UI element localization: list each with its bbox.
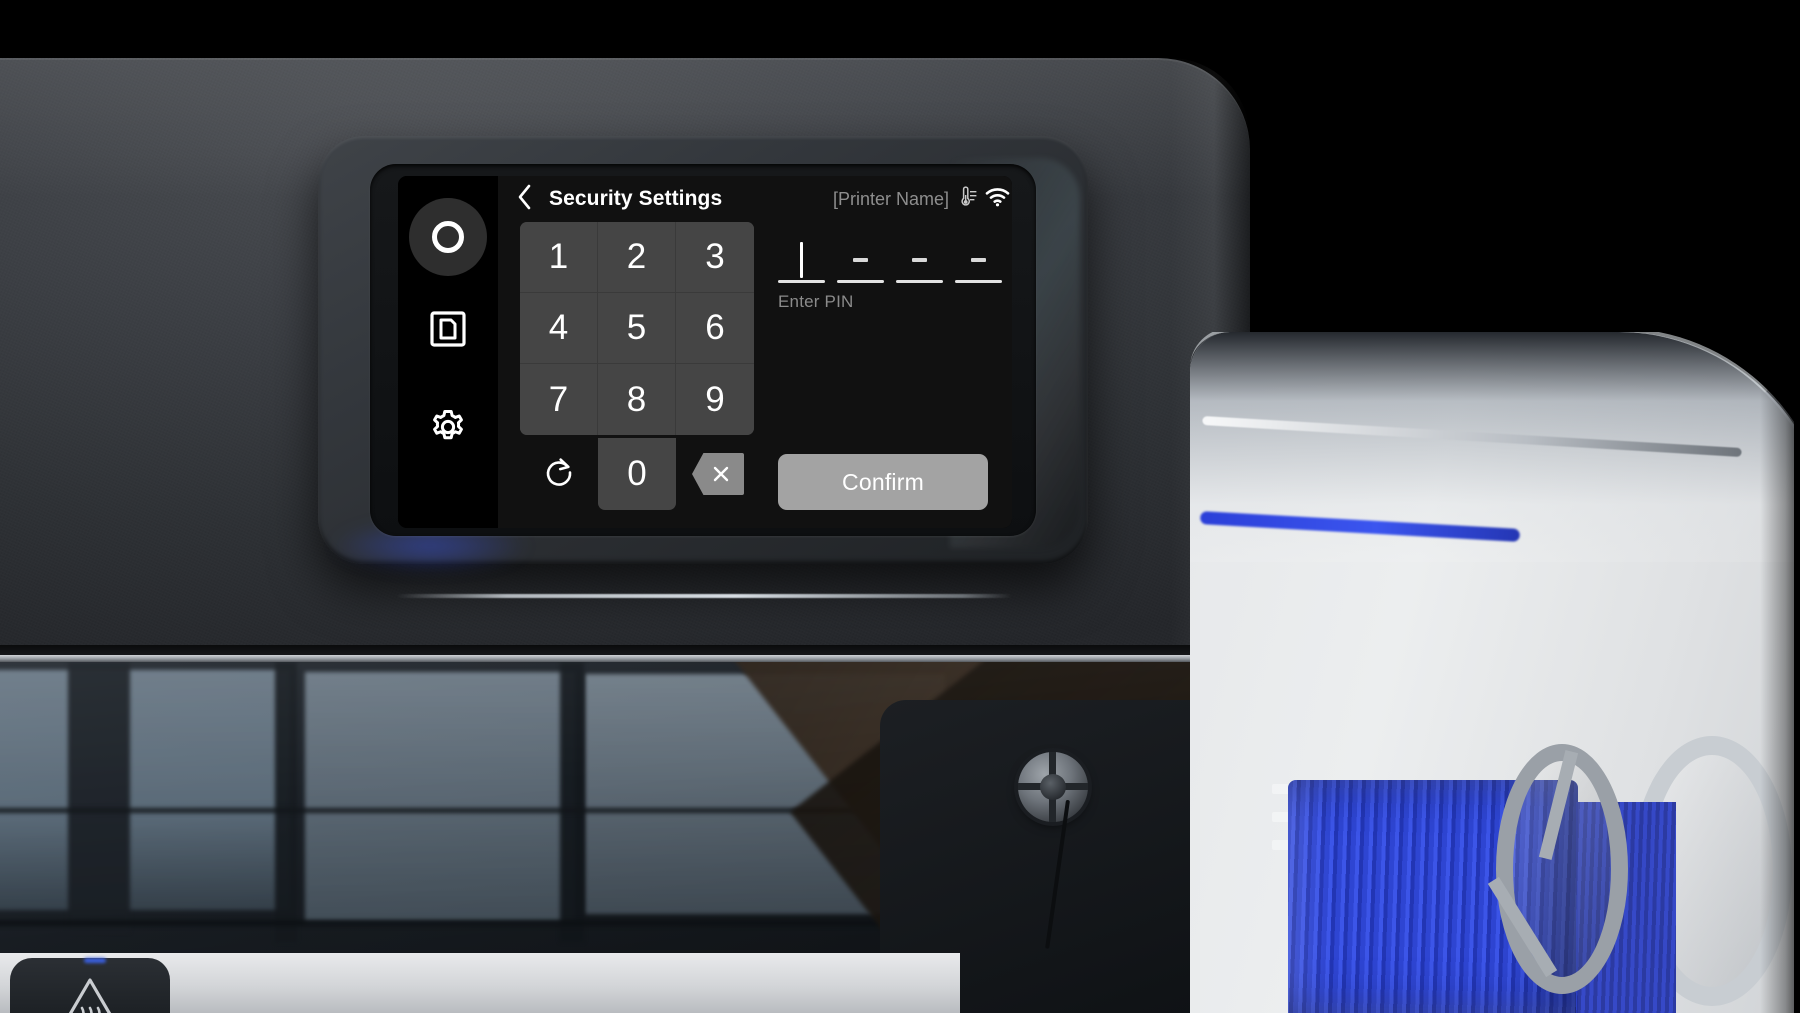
printer-name-label: [Printer Name] bbox=[832, 188, 949, 209]
text-caret bbox=[800, 242, 803, 278]
refresh-clockwise-icon bbox=[541, 454, 577, 495]
keypad-grid: 1 2 3 4 5 6 7 8 9 bbox=[520, 222, 754, 435]
pin-caret-wrap bbox=[800, 240, 803, 280]
pin-dash bbox=[971, 258, 986, 262]
confirm-area: Confirm bbox=[778, 454, 1002, 528]
pin-slot-4[interactable] bbox=[955, 240, 1002, 283]
key-7[interactable]: 7 bbox=[520, 364, 598, 435]
key-4[interactable]: 4 bbox=[520, 293, 598, 364]
knob-center bbox=[1040, 774, 1066, 800]
status-led bbox=[84, 958, 106, 963]
pin-placeholder bbox=[853, 240, 868, 280]
pin-slot-2[interactable] bbox=[837, 240, 884, 283]
key-6[interactable]: 6 bbox=[676, 293, 754, 364]
pin-dash bbox=[912, 258, 927, 262]
reset-pin-button[interactable] bbox=[520, 438, 598, 510]
pin-underline bbox=[837, 280, 884, 283]
ring-circle-icon bbox=[426, 215, 470, 259]
wifi-icon[interactable] bbox=[985, 187, 1010, 212]
pin-slots[interactable] bbox=[778, 240, 1002, 283]
sidebar-item-home[interactable] bbox=[409, 198, 487, 276]
pin-underline bbox=[896, 280, 943, 283]
chevron-left-icon bbox=[516, 184, 533, 215]
sidebar-item-settings[interactable] bbox=[409, 388, 487, 466]
pin-underline bbox=[778, 280, 825, 283]
key-3[interactable]: 3 bbox=[676, 222, 754, 293]
thermometer-icon[interactable] bbox=[956, 185, 978, 213]
backspace-button[interactable] bbox=[676, 438, 754, 510]
page-title: Security Settings bbox=[549, 187, 723, 210]
screen-panels: 1 2 3 4 5 6 7 8 9 0 Enter PIN Confirm bbox=[498, 222, 1012, 528]
sidebar-nav bbox=[398, 176, 498, 528]
screen-bottom-reflection bbox=[396, 594, 1012, 598]
confirm-button[interactable]: Confirm bbox=[778, 454, 988, 510]
gear-icon bbox=[426, 405, 470, 449]
hot-surface-warning-icon bbox=[68, 978, 112, 1013]
pin-placeholder bbox=[912, 240, 927, 280]
screen-topbar: Security Settings [Printer Name] bbox=[498, 176, 1012, 222]
keypad-bottom-row: 0 bbox=[520, 438, 754, 510]
pin-dash bbox=[853, 258, 868, 262]
filament-enclosure bbox=[1180, 332, 1800, 1013]
key-0[interactable]: 0 bbox=[598, 438, 676, 510]
touchscreen-display[interactable]: Security Settings [Printer Name] 1 2 3 4… bbox=[398, 176, 1012, 528]
sidebar-item-print-job[interactable] bbox=[409, 290, 487, 368]
print-page-icon bbox=[427, 308, 469, 350]
pin-underline bbox=[955, 280, 1002, 283]
key-1[interactable]: 1 bbox=[520, 222, 598, 293]
enclosure-chrome-rim bbox=[1190, 332, 1800, 568]
pin-slot-3[interactable] bbox=[896, 240, 943, 283]
key-2[interactable]: 2 bbox=[598, 222, 676, 293]
key-5[interactable]: 5 bbox=[598, 293, 676, 364]
backspace-x-icon bbox=[692, 453, 744, 495]
status-area: [Printer Name] bbox=[832, 185, 1010, 213]
pin-placeholder bbox=[971, 240, 986, 280]
pin-keypad: 1 2 3 4 5 6 7 8 9 0 bbox=[498, 222, 754, 528]
printer-scene: Security Settings [Printer Name] 1 2 3 4… bbox=[0, 0, 1800, 1013]
letterbox-right bbox=[1794, 0, 1800, 1013]
key-8[interactable]: 8 bbox=[598, 364, 676, 435]
screen-content: Security Settings [Printer Name] 1 2 3 4… bbox=[498, 176, 1012, 528]
key-9[interactable]: 9 bbox=[676, 364, 754, 435]
pin-hint-label: Enter PIN bbox=[778, 292, 854, 311]
door-chrome-trim bbox=[0, 655, 1200, 662]
pin-slot-1[interactable] bbox=[778, 240, 825, 283]
pin-entry-area: Enter PIN Confirm bbox=[754, 222, 1012, 528]
letterbox-top bbox=[0, 0, 1800, 58]
back-button[interactable] bbox=[510, 182, 539, 217]
